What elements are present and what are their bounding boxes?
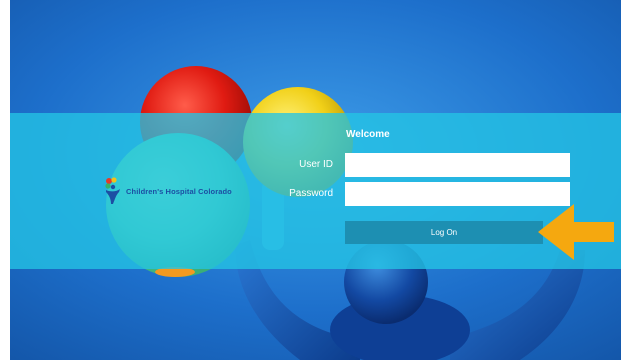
- log-on-button[interactable]: Log On: [345, 221, 543, 244]
- login-screen: Children's Hospital Colorado Welcome Use…: [0, 0, 631, 360]
- user-id-input[interactable]: [345, 153, 570, 177]
- user-id-label: User ID: [299, 159, 333, 170]
- hospital-logo: Children's Hospital Colorado: [104, 176, 232, 206]
- logo-text: Children's Hospital Colorado: [126, 186, 232, 196]
- welcome-heading: Welcome: [346, 129, 390, 140]
- kids-logo-icon: [105, 177, 120, 204]
- left-edge: [0, 0, 10, 360]
- arrow-left-icon: [538, 204, 614, 260]
- right-edge: [621, 0, 631, 360]
- password-label: Password: [289, 188, 333, 199]
